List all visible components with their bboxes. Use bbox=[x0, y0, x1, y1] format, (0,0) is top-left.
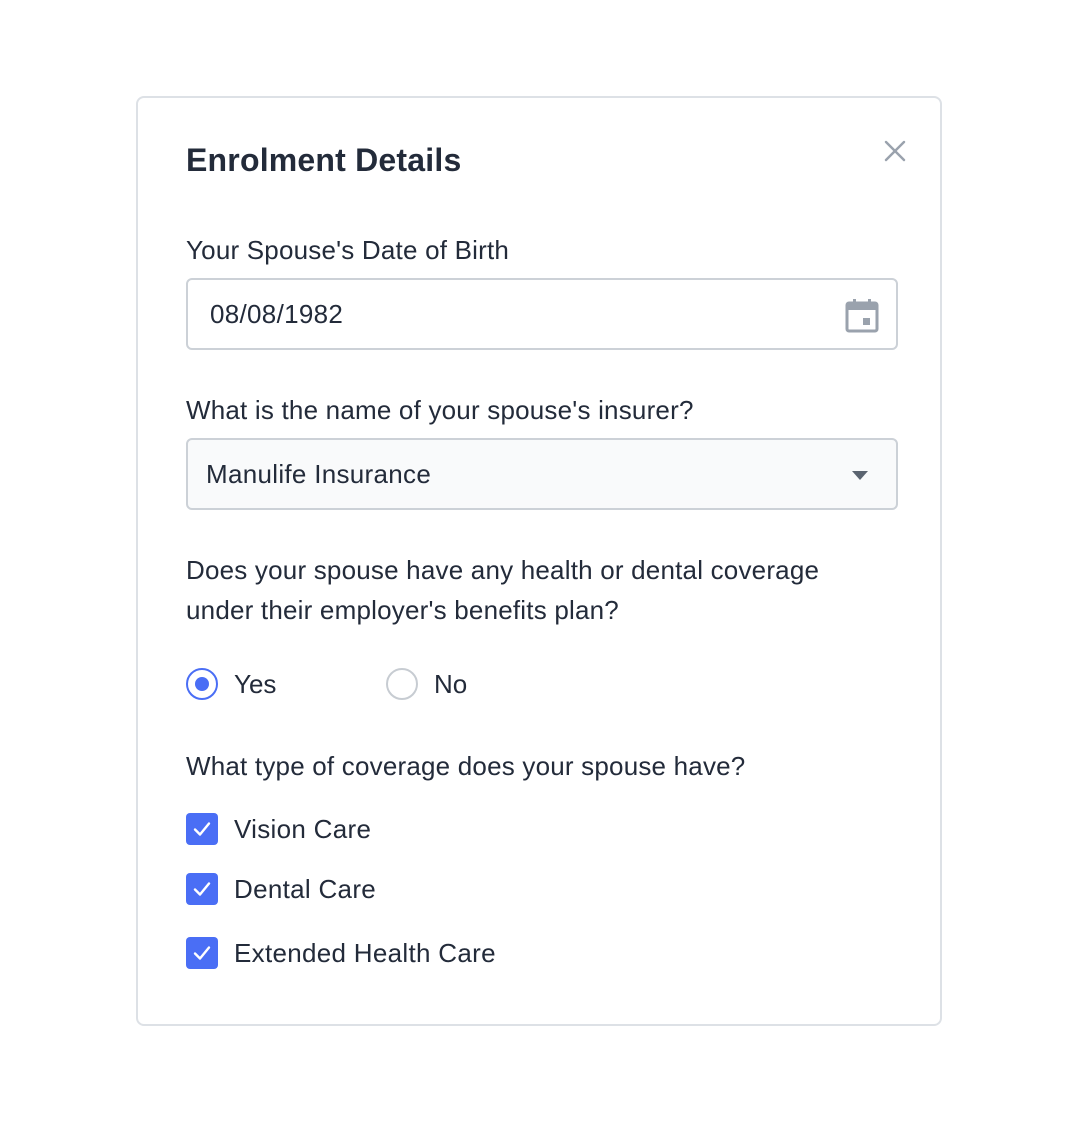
checkbox-vision-care-box[interactable] bbox=[186, 813, 218, 845]
checkbox-extended-health-care-label: Extended Health Care bbox=[234, 938, 496, 968]
radio-yes-label: Yes bbox=[234, 669, 277, 699]
employer-coverage-radio-group: Yes No bbox=[186, 664, 686, 704]
enrolment-dialog: Enrolment Details Your Spouse's Date of … bbox=[136, 96, 942, 1026]
calendar-icon[interactable] bbox=[844, 298, 880, 334]
checkbox-dental-care-label: Dental Care bbox=[234, 874, 377, 904]
caret-down-icon bbox=[852, 471, 868, 480]
radio-no-circle[interactable] bbox=[386, 668, 418, 700]
dob-value: 08/08/1982 bbox=[210, 299, 344, 329]
insurer-select[interactable]: Manulife Insurance bbox=[186, 438, 898, 510]
checkbox-dental-care-box[interactable] bbox=[186, 873, 218, 905]
close-button[interactable] bbox=[880, 136, 910, 166]
checkmark-icon bbox=[193, 946, 211, 960]
dialog-title: Enrolment Details bbox=[186, 142, 462, 178]
checkbox-vision-care-label: Vision Care bbox=[234, 814, 372, 844]
checkbox-dental-care[interactable]: Dental Care bbox=[186, 869, 686, 909]
dob-label: Your Spouse's Date of Birth bbox=[186, 235, 510, 265]
coverage-type-label: What type of coverage does your spouse h… bbox=[186, 751, 746, 781]
radio-yes-circle[interactable] bbox=[186, 668, 218, 700]
employer-coverage-question-line-2: under their employer's benefits plan? bbox=[186, 595, 619, 625]
checkbox-extended-health-care[interactable]: Extended Health Care bbox=[186, 933, 686, 973]
dob-input[interactable]: 08/08/1982 bbox=[186, 278, 898, 350]
checkmark-icon bbox=[193, 882, 211, 896]
checkbox-vision-care[interactable]: Vision Care bbox=[186, 809, 686, 849]
checkbox-extended-health-care-box[interactable] bbox=[186, 937, 218, 969]
insurer-selected-value: Manulife Insurance bbox=[206, 459, 432, 489]
close-icon bbox=[884, 140, 906, 162]
employer-coverage-question-line-1: Does your spouse have any health or dent… bbox=[186, 555, 820, 585]
insurer-label: What is the name of your spouse's insure… bbox=[186, 395, 694, 425]
radio-no-label: No bbox=[434, 669, 468, 699]
checkmark-icon bbox=[193, 822, 211, 836]
